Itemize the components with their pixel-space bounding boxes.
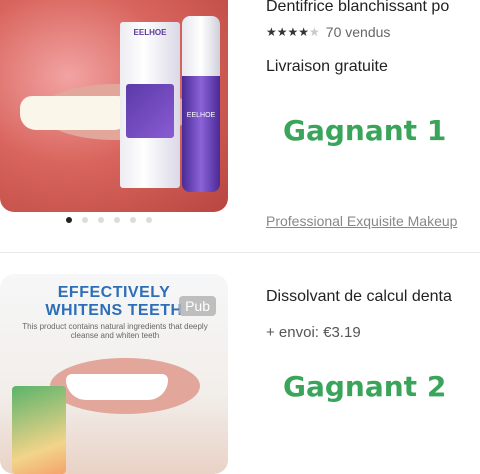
winner-label: Gagnant 2 — [283, 370, 447, 403]
ad-subtext: This product contains natural ingredient… — [22, 322, 208, 340]
product-image[interactable]: EFFECTIVELY WHITENS TEETH This product c… — [0, 274, 228, 474]
teeth-illustration — [66, 374, 168, 400]
ad-badge: Pub — [179, 296, 216, 316]
shipping-info: + envoi: €3.19 — [266, 324, 361, 341]
product-card-2[interactable]: EFFECTIVELY WHITENS TEETH This product c… — [0, 0, 480, 474]
toothpaste-tube-illustration — [12, 386, 66, 474]
product-title[interactable]: Dissolvant de calcul denta — [266, 288, 480, 306]
